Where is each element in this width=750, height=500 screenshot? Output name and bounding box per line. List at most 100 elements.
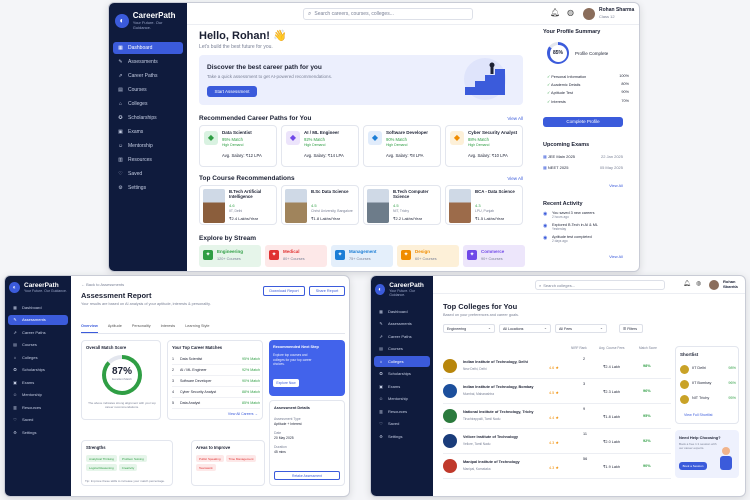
tab-personality[interactable]: Personality [132, 324, 151, 333]
career-card[interactable]: ◆ Cyber Security Analyst 88% Match High Dem… [445, 125, 523, 167]
nav-item-dashboard[interactable]: ▦ Dashboard [374, 306, 430, 317]
career-match: 90% Match [386, 137, 407, 142]
tab-learning-style[interactable]: Learning Style [185, 324, 209, 333]
match-row[interactable]: 1 Data Scientist 95% Match [172, 354, 260, 365]
exam-item[interactable]: ▦ JEE Main 2025 22 Jan 2025 [543, 154, 623, 159]
nav-item-colleges[interactable]: ⌂ Colleges [113, 98, 183, 110]
tab-overview[interactable]: Overview [81, 324, 98, 333]
nav-item-courses[interactable]: ▤ Courses [113, 84, 183, 96]
nav-item-exams[interactable]: ▣ Exams [374, 381, 430, 392]
exams-view-all[interactable]: View All [609, 183, 623, 188]
nav-item-scholarships[interactable]: ✪ Scholarships [113, 112, 183, 124]
course-card[interactable]: BCA - Data Science 4.3 LPU, Punjab ₹1.5 Lak… [445, 185, 523, 225]
details-card: Assessment Details Assessment Type Aptit… [269, 400, 345, 486]
course-card[interactable]: B.Sc Data Science 4.5 Christ University, B… [281, 185, 359, 225]
careers-view-all[interactable]: View All [507, 116, 523, 121]
download-button[interactable]: Download Report [263, 286, 305, 296]
nav-item-dashboard[interactable]: ▦ Dashboard [113, 42, 183, 54]
table-row[interactable]: Vellore Institute of Technology Vellore, … [443, 429, 671, 454]
profile-row-key: Interests [551, 99, 566, 104]
nav-item-colleges[interactable]: ⌂ Colleges [8, 352, 68, 363]
nav-item-mentorship[interactable]: ☺ Mentorship [8, 390, 68, 401]
nav-item-career-paths[interactable]: ⇗ Career Paths [113, 70, 183, 82]
course-card[interactable]: B.Tech Computer Science 4.5 NIT, Trichy ₹2.… [363, 185, 441, 225]
avatar[interactable] [709, 280, 719, 290]
explore-now-button[interactable]: Explore Now [273, 379, 299, 387]
course-card[interactable]: B.Tech Artificial Intelligence 4.6 IIT, De… [199, 185, 277, 225]
nav-item-career-paths[interactable]: ⇗ Career Paths [8, 327, 68, 338]
nav-item-resources[interactable]: ▥ Resources [113, 154, 183, 166]
stream-card[interactable]: ✦ Medical 80+ Courses [265, 245, 327, 267]
career-card[interactable]: ◆ Software Developer 90% Match High Demand A… [363, 125, 441, 167]
share-button[interactable]: Share Report [309, 286, 345, 296]
nav-item-assessments[interactable]: ✎ Assessments [8, 314, 68, 325]
shortlist-item[interactable]: IIT Delhi 98% [680, 363, 736, 378]
nav-item-scholarships[interactable]: ✪ Scholarships [8, 365, 68, 376]
book-session-button[interactable]: Book a Session [679, 462, 707, 470]
avatar[interactable] [583, 8, 595, 20]
stream-card[interactable]: ✦ Engineering 120+ Courses [199, 245, 261, 267]
bell-icon[interactable]: 🔔︎ [550, 8, 560, 17]
nav-item-assessments[interactable]: ✎ Assessments [374, 319, 430, 330]
search-box[interactable]: ⌕ Search careers, courses, colleges... [303, 8, 473, 20]
filter-all-locations[interactable]: All Locations ⌄ [499, 324, 551, 333]
exam-item[interactable]: ▦ NEET 2025 05 May 2025 [543, 165, 623, 170]
nav-item-settings[interactable]: ⚙ Settings [113, 182, 183, 194]
nav-item-scholarships[interactable]: ✪ Scholarships [374, 369, 430, 380]
brand-logo[interactable]: ◐ CareerPath Your Future. Our Guidance. [109, 3, 187, 36]
nav-item-resources[interactable]: ▥ Resources [374, 406, 430, 417]
shortlist-item[interactable]: NIT Trichy 95% [680, 393, 736, 408]
nav-item-dashboard[interactable]: ▦ Dashboard [8, 302, 68, 313]
nav-item-colleges[interactable]: ⌂ Colleges [374, 356, 430, 367]
nav-item-exams[interactable]: ▣ Exams [8, 377, 68, 388]
chat-icon[interactable]: ◍ [696, 280, 701, 287]
filters-button[interactable]: ☰ Filters [619, 324, 643, 333]
college-search-box[interactable]: ⌕ Search colleges... [535, 280, 665, 290]
career-card[interactable]: ◆ AI / ML Engineer 92% Match High Demand Avg… [281, 125, 359, 167]
nav-item-exams[interactable]: ▣ Exams [113, 126, 183, 138]
courses-view-all[interactable]: View All [507, 176, 523, 181]
table-row[interactable]: National Institute of Technology, Trichy… [443, 404, 671, 429]
nav-item-settings[interactable]: ⚙ Settings [374, 431, 430, 442]
complete-profile-button[interactable]: Complete Profile [543, 117, 623, 127]
view-full-shortlist[interactable]: View Full Shortlist [684, 413, 713, 417]
nav-item-mentorship[interactable]: ☺ Mentorship [113, 140, 183, 152]
chat-icon[interactable]: ◍ [567, 8, 574, 17]
nav-item-resources[interactable]: ▥ Resources [8, 402, 68, 413]
nav-item-saved[interactable]: ♡ Saved [374, 419, 430, 430]
filter-engineering[interactable]: Engineering ⌄ [443, 324, 495, 333]
nav-item-assessments[interactable]: ✎ Assessments [113, 56, 183, 68]
bell-icon[interactable]: 🔔︎ [683, 280, 691, 287]
brand-logo[interactable]: ◐ CareerPath Your Future. Our Guidance. [5, 276, 71, 299]
table-row[interactable]: Manipal Institute of Technology Manipal, … [443, 454, 671, 479]
stream-card[interactable]: ✦ Commerce 90+ Courses [463, 245, 525, 267]
course-image [285, 189, 307, 223]
table-row[interactable]: Indian Institute of Technology, Delhi New… [443, 354, 671, 379]
match-row[interactable]: 3 Software Developer 90% Match [172, 376, 260, 387]
stream-card[interactable]: ✦ Management 75+ Courses [331, 245, 393, 267]
tab-interests[interactable]: Interests [161, 324, 176, 333]
nav-item-saved[interactable]: ♡ Saved [8, 415, 68, 426]
view-all-careers[interactable]: View All Careers → [228, 412, 258, 416]
nav-item-saved[interactable]: ♡ Saved [113, 168, 183, 180]
match-row[interactable]: 5 Data Analyst 85% Match [172, 398, 260, 409]
activity-view-all[interactable]: View All [609, 254, 623, 259]
tab-aptitude[interactable]: Aptitude [108, 324, 122, 333]
start-assessment-button[interactable]: Start Assessment [207, 86, 257, 97]
shortlist-item[interactable]: IIT Bombay 96% [680, 378, 736, 393]
filter-all-fees[interactable]: All Fees ⌄ [555, 324, 607, 333]
table-row[interactable]: Indian Institute of Technology, Bombay Mu… [443, 379, 671, 404]
nav-item-mentorship[interactable]: ☺ Mentorship [374, 394, 430, 405]
nav-item-courses[interactable]: ▤ Courses [8, 340, 68, 351]
stream-card[interactable]: ✦ Design 60+ Courses [397, 245, 459, 267]
back-link[interactable]: ← Back to Assessments [81, 282, 345, 287]
exam-date: 22 Jan 2025 [600, 154, 623, 159]
nav-item-settings[interactable]: ⚙ Settings [8, 427, 68, 438]
career-card[interactable]: ◆ Data Scientist 95% Match High Demand Avg. … [199, 125, 277, 167]
match-row[interactable]: 4 Cyber Security Analyst 88% Match [172, 387, 260, 398]
brand-logo[interactable]: ◐ CareerPath Your Future. Our Guidance. [371, 276, 433, 303]
nav-item-career-paths[interactable]: ⇗ Career Paths [374, 331, 430, 342]
match-row[interactable]: 2 AI / ML Engineer 92% Match [172, 365, 260, 376]
retake-button[interactable]: Retake Assessment [274, 471, 340, 480]
nav-item-courses[interactable]: ▤ Courses [374, 344, 430, 355]
